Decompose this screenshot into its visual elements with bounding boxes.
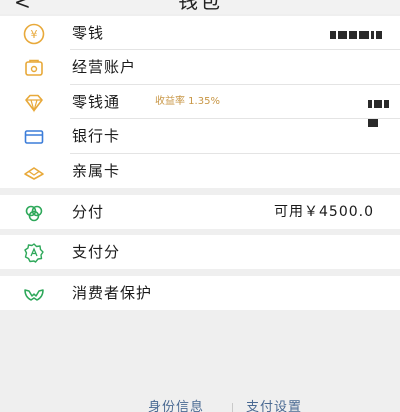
payment-score-icon: [24, 243, 44, 263]
footer-separator: [232, 403, 233, 412]
score-group: 支付分: [0, 235, 400, 269]
masked-balance: [368, 99, 400, 127]
row-consumer-protection[interactable]: 消费者保护: [0, 276, 400, 310]
row-label: 经营账户: [72, 58, 137, 77]
wallet-group: ¥ 零钱 经营账户 零钱通 收益率 1.35% 银行卡 亲属卡: [0, 16, 400, 188]
top-bar: < 钱包: [0, 0, 400, 14]
bank-card-icon: [24, 130, 44, 144]
row-label: 支付分: [72, 243, 121, 261]
row-change[interactable]: ¥ 零钱: [0, 16, 400, 51]
row-payment-score[interactable]: 支付分: [0, 235, 400, 269]
row-family-card[interactable]: 亲属卡: [0, 154, 400, 188]
identity-info-link[interactable]: 身份信息: [148, 400, 204, 412]
page-title: 钱包: [178, 0, 222, 13]
svg-text:¥: ¥: [31, 28, 38, 41]
row-fenfu[interactable]: 分付 可用￥4500.0: [0, 195, 400, 229]
yield-rate: 收益率 1.35%: [155, 95, 220, 107]
row-label: 零钱: [72, 24, 105, 42]
row-label: 银行卡: [72, 127, 121, 146]
consumer-protection-icon: [24, 289, 44, 301]
coin-yen-icon: ¥: [23, 23, 45, 45]
row-label: 消费者保护: [72, 284, 153, 302]
row-label: 分付: [72, 203, 105, 221]
fenfu-group: 分付 可用￥4500.0: [0, 195, 400, 229]
payment-settings-link[interactable]: 支付设置: [246, 400, 302, 412]
business-account-icon: [25, 60, 43, 77]
family-card-icon: [24, 166, 44, 180]
row-label: 亲属卡: [72, 161, 121, 180]
available-credit: 可用￥4500.0: [274, 204, 374, 220]
diamond-icon: [25, 94, 43, 113]
row-label: 零钱通: [72, 92, 121, 111]
row-business-account[interactable]: 经营账户: [0, 50, 400, 85]
masked-balance: [330, 31, 384, 39]
protection-group: 消费者保护: [0, 276, 400, 310]
fenfu-icon: [25, 205, 43, 222]
row-lingqiantong[interactable]: 零钱通 收益率 1.35%: [0, 85, 400, 127]
footer-links: 身份信息 支付设置: [0, 397, 400, 412]
row-bank-card[interactable]: 银行卡: [0, 119, 400, 154]
